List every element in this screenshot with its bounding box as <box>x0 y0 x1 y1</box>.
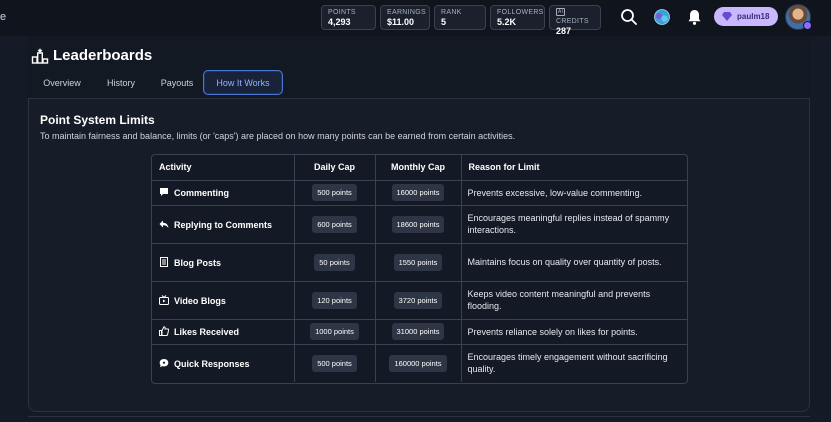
section-title: Point System Limits <box>40 113 155 127</box>
stat-label: EARNINGS <box>387 9 426 16</box>
monthly-cap-cell: 1550 points <box>375 243 462 282</box>
column-header: Daily Cap <box>294 155 376 181</box>
stat-earnings[interactable]: EARNINGS $11.00 <box>380 5 430 30</box>
daily-cap-cell: 120 points <box>294 281 376 320</box>
stats-group: POINTS 4,293 EARNINGS $11.00 RANK 5 FOLL… <box>321 5 601 36</box>
stat-label: AI CREDITS <box>556 8 594 26</box>
thumbs-up-icon <box>159 326 170 336</box>
tab-how-it-works[interactable]: How It Works <box>203 70 283 95</box>
reason-cell: Prevents reliance solely on likes for po… <box>461 319 687 345</box>
points-badge: 500 points <box>312 354 357 372</box>
points-badge: 18600 points <box>391 215 445 233</box>
stat-value: 4,293 <box>328 17 351 27</box>
points-badge: 1550 points <box>393 253 443 271</box>
activity-name: Blog Posts <box>174 257 222 268</box>
tab-payouts[interactable]: Payouts <box>150 70 204 95</box>
reason-cell: Maintains focus on quality over quantity… <box>461 243 687 282</box>
daily-cap-cell: 600 points <box>294 205 376 244</box>
stat-label: RANK <box>441 9 462 16</box>
stat-followers[interactable]: FOLLOWERS 5.2K <box>490 5 545 30</box>
monthly-cap-cell: 18600 points <box>375 205 462 244</box>
reply-icon <box>159 219 169 229</box>
daily-cap-cell: 500 points <box>294 180 376 206</box>
table-row: Replying to Comments 600 points 18600 po… <box>152 205 687 244</box>
comment-icon <box>159 187 169 197</box>
table-row: Commenting 500 points 16000 points Preve… <box>152 180 687 206</box>
stat-label-text: CREDITS <box>556 18 589 25</box>
points-badge: 16000 points <box>391 184 445 201</box>
limits-table: Activity Daily Cap Monthly Cap Reason fo… <box>151 154 688 384</box>
video-icon <box>159 294 169 305</box>
reason-cell: Keeps video content meaningful and preve… <box>461 281 687 320</box>
column-header: Monthly Cap <box>375 155 462 181</box>
points-badge: 500 points <box>312 184 357 201</box>
user-pill[interactable]: paulm18 <box>714 7 778 26</box>
points-badge: 120 points <box>312 291 357 309</box>
monthly-cap-cell: 3720 points <box>375 281 462 320</box>
points-badge: 3720 points <box>393 291 443 309</box>
daily-cap-cell: 50 points <box>294 243 376 282</box>
ai-chat-icon[interactable] <box>651 6 673 28</box>
activity-name: Commenting <box>174 188 229 198</box>
monthly-cap-cell: 160000 points <box>375 344 462 382</box>
chat-bubble-icon <box>159 358 169 368</box>
ai-badge: AI <box>556 8 566 16</box>
section-description: To maintain fairness and balance, limits… <box>40 131 516 141</box>
activity-name: Quick Responses <box>174 358 250 369</box>
daily-cap-cell: 1000 points <box>294 319 376 345</box>
activity-name: Likes Received <box>174 327 240 337</box>
tab-bar: Overview History Payouts How It Works <box>32 70 283 95</box>
column-header: Activity <box>152 155 295 181</box>
points-badge: 50 points <box>314 253 355 271</box>
reason-cell: Prevents excessive, low-value commenting… <box>461 180 687 206</box>
stat-value: $11.00 <box>387 17 415 27</box>
stat-value: 5 <box>441 17 447 27</box>
points-badge: 160000 points <box>389 354 447 372</box>
monthly-cap-cell: 16000 points <box>375 180 462 206</box>
diamond-icon <box>722 12 732 21</box>
bell-icon[interactable] <box>683 6 705 28</box>
top-bar: e POINTS 4,293 EARNINGS $11.00 RANK 5 FO… <box>0 0 831 36</box>
activity-cell: Likes Received <box>152 319 295 345</box>
activity-cell: Quick Responses <box>152 344 295 382</box>
tab-history[interactable]: History <box>92 70 150 95</box>
points-badge: 1000 points <box>310 323 359 340</box>
activity-name: Video Blogs <box>174 295 226 306</box>
table-row: Blog Posts 50 points 1550 points Maintai… <box>152 243 687 282</box>
page-title: Leaderboards <box>53 47 153 64</box>
points-badge: 31000 points <box>391 323 445 340</box>
table-row: Video Blogs 120 points 3720 points Keeps… <box>152 281 687 320</box>
activity-cell: Video Blogs <box>152 281 295 320</box>
activity-name: Replying to Comments <box>174 219 273 230</box>
stat-credits[interactable]: AICREDITS 287 <box>549 5 601 36</box>
stat-points[interactable]: POINTS 4,293 <box>321 5 376 30</box>
stat-label: POINTS <box>328 9 356 16</box>
column-header: Reason for Limit <box>461 155 687 181</box>
username: paulm18 <box>737 12 770 21</box>
document-icon <box>159 256 169 267</box>
activity-cell: Blog Posts <box>152 243 295 282</box>
reason-cell: Encourages timely engagement without sac… <box>467 352 668 375</box>
tab-overview[interactable]: Overview <box>32 70 92 95</box>
stat-value: 5.2K <box>497 17 517 27</box>
activity-cell: Replying to Comments <box>152 205 295 244</box>
status-dot <box>803 21 812 30</box>
table-header-row: Activity Daily Cap Monthly Cap Reason fo… <box>152 155 687 181</box>
table-row: Likes Received 1000 points 31000 points … <box>152 319 687 345</box>
stat-rank[interactable]: RANK 5 <box>434 5 486 30</box>
monthly-cap-cell: 31000 points <box>375 319 462 345</box>
search-icon[interactable] <box>618 6 640 28</box>
bottom-divider <box>28 416 810 422</box>
points-badge: 600 points <box>312 215 357 233</box>
daily-cap-cell: 500 points <box>294 344 376 382</box>
edge-text: e <box>0 11 7 23</box>
stat-label: FOLLOWERS <box>497 9 544 16</box>
reason-cell: Encourages meaningful replies instead of… <box>461 205 687 244</box>
table-row: Quick Responses 500 points 160000 points… <box>152 344 687 382</box>
leaderboard-icon <box>31 47 49 65</box>
activity-cell: Commenting <box>152 180 295 206</box>
